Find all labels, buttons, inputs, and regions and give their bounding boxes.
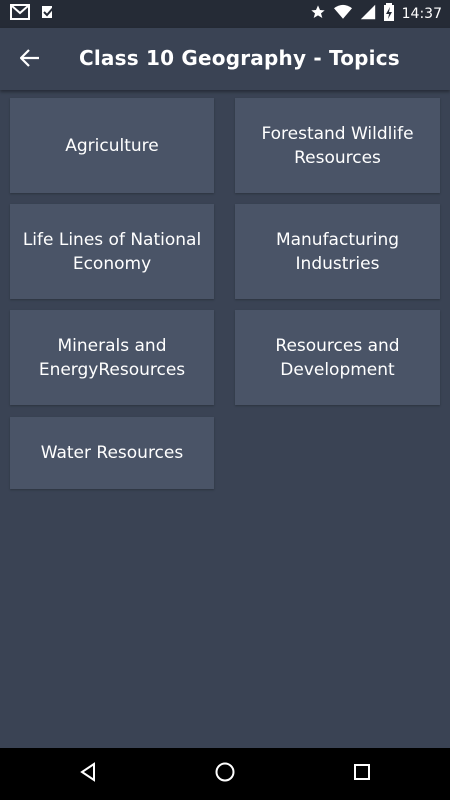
page-title: Class 10 Geography - Topics — [79, 46, 400, 70]
status-time: 14:37 — [401, 6, 442, 22]
system-nav-bar — [0, 748, 450, 800]
topic-label: Water Resources — [40, 443, 184, 463]
back-triangle-icon — [78, 762, 98, 786]
topic-label: Forestand Wildlife Resources — [261, 123, 414, 168]
gmail-icon — [10, 4, 30, 24]
status-right-icons: 14:37 — [310, 3, 442, 25]
back-button[interactable] — [14, 44, 46, 76]
topic-label: Life Lines of National Economy — [22, 229, 202, 274]
topic-label: Manufacturing Industries — [275, 229, 400, 274]
topic-tile-life-lines[interactable]: Life Lines of National Economy — [10, 204, 214, 299]
battery-charging-icon — [383, 3, 394, 25]
status-left-icons — [10, 4, 56, 24]
topic-label: Resources and Development — [275, 335, 400, 380]
check-box-icon — [40, 4, 56, 24]
wifi-icon — [333, 4, 352, 24]
status-bar: 14:37 — [0, 0, 450, 28]
arrow-back-icon — [19, 49, 40, 71]
star-icon — [310, 4, 326, 24]
topic-tile-minerals-energy[interactable]: Minerals and EnergyResources — [10, 310, 214, 405]
topic-label: Minerals and EnergyResources — [38, 335, 186, 380]
topic-tile-forest-wildlife[interactable]: Forestand Wildlife Resources — [235, 98, 440, 193]
home-circle-icon — [214, 761, 236, 787]
nav-home-button[interactable] — [211, 760, 239, 788]
topic-tile-resources-development[interactable]: Resources and Development — [235, 310, 440, 405]
topic-label: Agriculture — [65, 135, 159, 156]
app-bar: Class 10 Geography - Topics — [0, 28, 450, 90]
nav-recents-button[interactable] — [348, 760, 376, 788]
recents-square-icon — [353, 763, 371, 785]
topic-tile-manufacturing[interactable]: Manufacturing Industries — [235, 204, 440, 299]
nav-back-button[interactable] — [74, 760, 102, 788]
topic-tile-agriculture[interactable]: Agriculture — [10, 98, 214, 193]
topic-tile-water-resources[interactable]: Water Resources — [10, 417, 214, 489]
signal-icon — [360, 4, 376, 24]
